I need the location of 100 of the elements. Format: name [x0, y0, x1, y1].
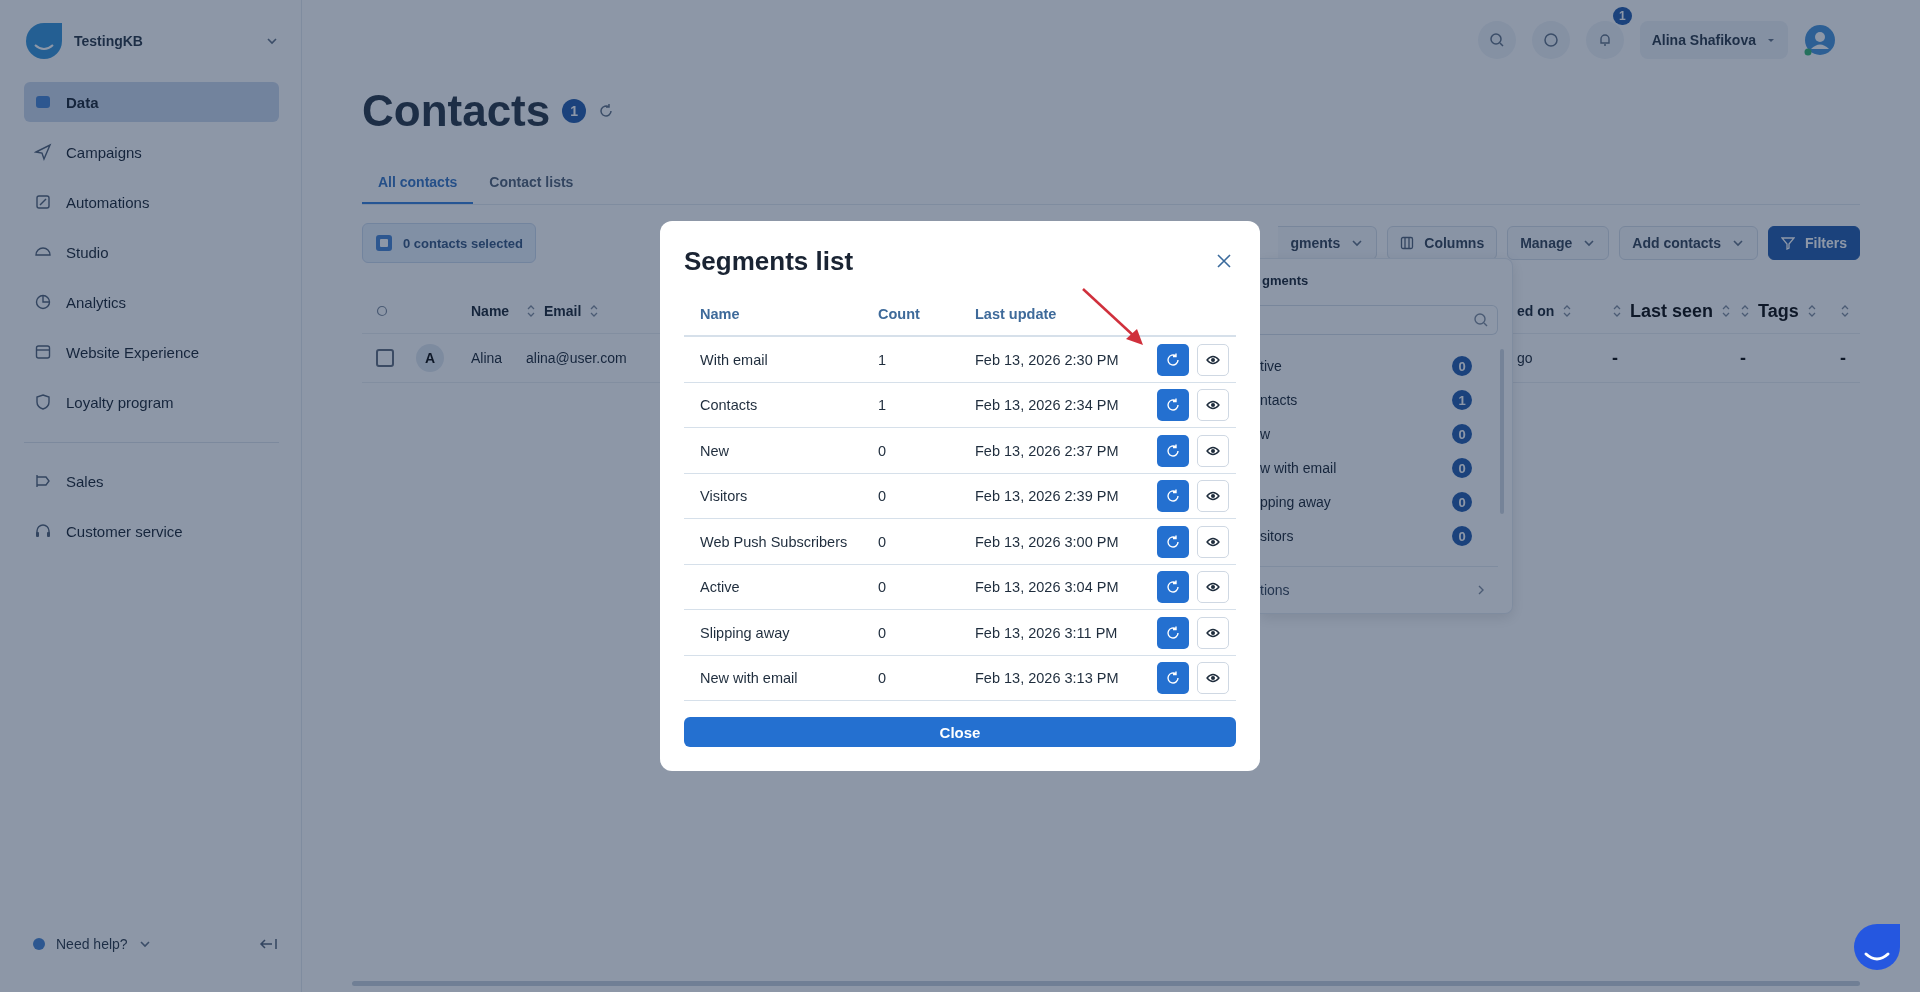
sidebar-item[interactable]: Customer service [24, 511, 279, 551]
refresh-icon [1166, 534, 1180, 549]
dropdown-item[interactable]: w with email 0 [1260, 451, 1512, 485]
dropdown-item[interactable]: pping away 0 [1260, 485, 1512, 519]
sidebar-item[interactable]: Studio [24, 232, 279, 272]
table-cell: - [1840, 347, 1846, 369]
notifications-button[interactable] [1585, 21, 1624, 59]
count-badge: 0 [1452, 424, 1472, 444]
help-icon [1542, 32, 1559, 48]
table-cell-text: 0 [878, 670, 888, 687]
table-cell: - [1740, 347, 1746, 369]
sort-icon[interactable] [1806, 304, 1817, 318]
column-header: Name [471, 303, 510, 319]
refresh-button[interactable] [1157, 525, 1189, 558]
sidebar-item[interactable]: Automations [24, 182, 279, 222]
table-cell-text: 1 [878, 397, 888, 414]
contact-avatar: A [416, 344, 444, 372]
select-all-icon[interactable] [376, 305, 388, 317]
toolbar-button[interactable]: Columns [1387, 226, 1498, 260]
sidebar-item[interactable]: Website Experience [24, 332, 279, 372]
count-badge: 0 [1452, 526, 1472, 546]
refresh-icon[interactable] [598, 103, 615, 119]
view-button[interactable] [1197, 616, 1229, 649]
column-header: ed on [1517, 303, 1555, 319]
refresh-button[interactable] [1157, 662, 1189, 695]
sort-icon[interactable] [1721, 304, 1732, 318]
view-button[interactable] [1197, 571, 1229, 604]
user-menu-button[interactable]: Alina Shafikova [1639, 21, 1788, 59]
send-icon [34, 143, 52, 161]
toolbar-button[interactable]: Manage [1507, 226, 1610, 260]
table-cell: go [1517, 350, 1533, 366]
refresh-button[interactable] [1157, 571, 1189, 604]
columns-icon [1400, 236, 1415, 250]
refresh-button[interactable] [1157, 434, 1189, 467]
sort-icon[interactable] [1740, 304, 1750, 318]
help-button[interactable] [1531, 21, 1570, 59]
refresh-icon [1166, 580, 1180, 595]
collapse-arrow-icon[interactable] [259, 937, 279, 951]
count-badge: 0 [1452, 458, 1472, 478]
count-badge: 0 [1452, 356, 1472, 376]
sidebar-item[interactable]: Sales [24, 461, 279, 501]
row-checkbox[interactable] [376, 349, 394, 367]
sort-icon[interactable] [1562, 304, 1573, 318]
view-button[interactable] [1197, 480, 1229, 513]
filters-button[interactable]: Filters [1768, 226, 1860, 260]
close-icon [1216, 253, 1232, 270]
help-link[interactable]: Need help? [56, 936, 128, 952]
search-field[interactable] [1260, 305, 1498, 335]
browser-icon [34, 343, 52, 361]
dropdown-item[interactable]: w 0 [1260, 417, 1512, 451]
refresh-button[interactable] [1157, 480, 1189, 513]
sidebar-item[interactable]: Loyalty program [24, 382, 279, 422]
table-cell-text: 0 [878, 579, 888, 596]
table-cell-text: Feb 13, 2026 3:04 PM [975, 579, 1120, 596]
search-button[interactable] [1477, 21, 1516, 59]
refresh-button[interactable] [1157, 343, 1189, 376]
table-cell-text: 0 [878, 624, 888, 641]
tab[interactable]: Contact lists [473, 162, 590, 204]
dropdown-title: gments [1261, 272, 1310, 290]
view-button[interactable] [1197, 434, 1229, 467]
toolbar-button[interactable]: Add contacts [1619, 226, 1758, 260]
sort-icon[interactable] [1612, 304, 1622, 318]
refresh-button[interactable] [1157, 389, 1189, 422]
view-button[interactable] [1197, 525, 1229, 558]
sort-icon[interactable] [1840, 304, 1850, 318]
refresh-button[interactable] [1157, 616, 1189, 649]
chat-bubble-icon[interactable] [1854, 924, 1900, 970]
close-button[interactable]: Close [684, 717, 1236, 747]
column-header: Tags [1758, 300, 1799, 322]
selection-button[interactable]: 0 contacts selected [362, 223, 536, 263]
table-cell-text: 0 [878, 533, 888, 550]
table-cell-text: Feb 13, 2026 2:39 PM [975, 488, 1120, 505]
table-cell-text: Feb 13, 2026 3:11 PM [975, 624, 1119, 641]
dropdown-item[interactable]: tive 0 [1260, 349, 1512, 383]
tab[interactable]: All contacts [362, 162, 474, 204]
view-button[interactable] [1197, 343, 1229, 376]
select-all-icon [375, 234, 393, 252]
sidebar-item[interactable]: Data [24, 82, 279, 122]
table-cell-text: 1 [878, 351, 888, 368]
shield-icon [34, 393, 52, 411]
refresh-icon [1166, 398, 1180, 413]
sort-icon[interactable] [589, 304, 600, 318]
dropdown-item[interactable]: sitors 0 [1260, 519, 1512, 553]
view-button[interactable] [1197, 662, 1229, 695]
user-avatar-icon [1804, 24, 1836, 56]
sidebar-item[interactable]: Analytics [24, 282, 279, 322]
filter-icon [1781, 236, 1795, 250]
count-badge: 1 [562, 99, 587, 123]
sort-icon[interactable] [526, 304, 536, 318]
table-cell-text: Contacts [700, 397, 759, 414]
refresh-icon [1166, 352, 1180, 367]
toolbar-button[interactable]: gments [1278, 226, 1378, 260]
refresh-icon [1166, 625, 1180, 640]
dialog-title: Segments list [684, 245, 854, 277]
horizontal-scrollbar[interactable] [352, 981, 1860, 986]
search-icon [1488, 32, 1505, 48]
view-button[interactable] [1197, 389, 1229, 422]
annotation-arrow [1081, 287, 1145, 347]
sidebar-item[interactable]: Campaigns [24, 132, 279, 172]
dropdown-item[interactable]: ntacts 1 [1260, 383, 1512, 417]
